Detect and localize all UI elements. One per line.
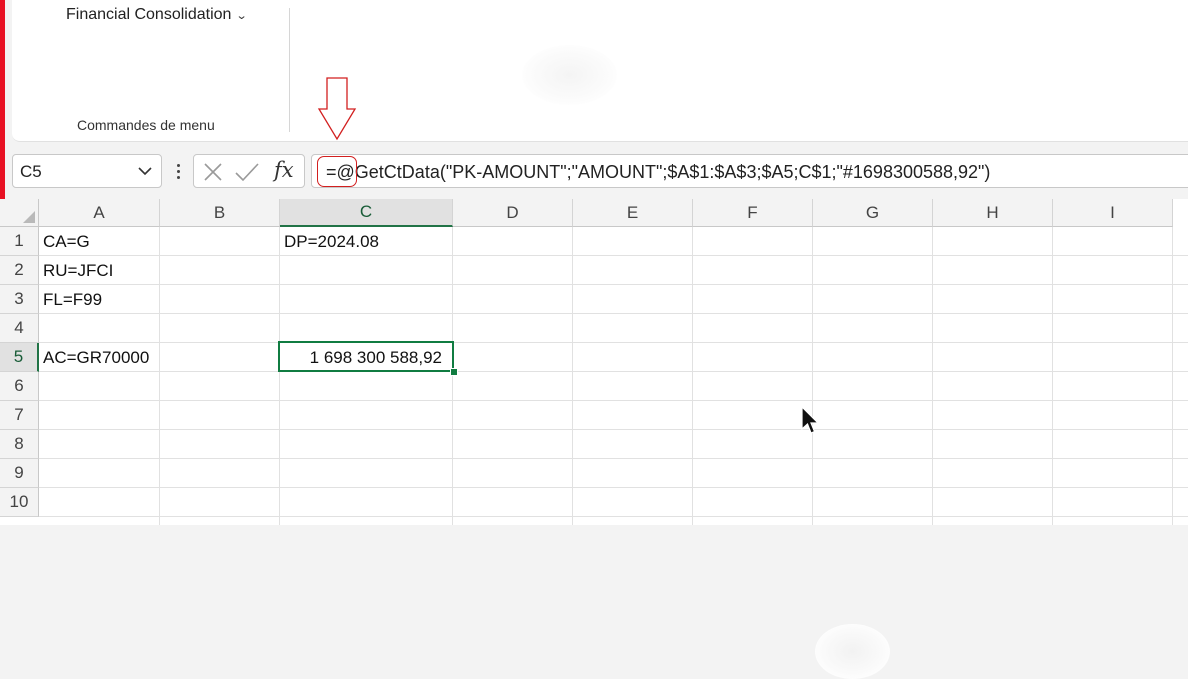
annotation-highlight-box [317,156,357,187]
gridline [1052,227,1053,525]
name-box-value: C5 [20,162,42,181]
gridline [39,487,1188,488]
cell-a3[interactable]: FL=F99 [43,285,157,314]
row-header-4[interactable]: 4 [0,314,39,343]
column-header-a[interactable]: A [39,199,160,227]
financial-consolidation-label: Financial Consolidation [66,6,232,23]
gridline [39,284,1188,285]
chevron-down-icon[interactable] [137,163,153,179]
row-header-1[interactable]: 1 [0,227,39,256]
ghost-blur [815,624,890,679]
gridline [572,227,573,525]
cell-a2[interactable]: RU=JFCI [43,256,157,285]
column-header-b[interactable]: B [160,199,280,227]
cell-c1[interactable]: DP=2024.08 [284,227,449,256]
select-all-button[interactable] [0,199,39,227]
row-header-2[interactable]: 2 [0,256,39,285]
column-header-e[interactable]: E [573,199,693,227]
formula-text: =@GetCtData("PK-AMOUNT";"AMOUNT";$A$1:$A… [326,162,990,183]
ghost-blur [522,45,617,105]
row-header-7[interactable]: 7 [0,401,39,430]
row-header-9[interactable]: 9 [0,459,39,488]
gridline [812,227,813,525]
spreadsheet-grid: A B C D E F G H I 1 2 3 4 5 6 7 8 9 10 C… [0,199,1188,679]
name-box[interactable]: C5 [12,154,162,188]
insert-function-icon[interactable]: fx [274,158,294,182]
row-header-10[interactable]: 10 [0,488,39,517]
gridline [39,429,1188,430]
gridline [39,255,1188,256]
gridline [39,313,1188,314]
column-header-f[interactable]: F [693,199,813,227]
gridline [932,227,933,525]
row-header-8[interactable]: 8 [0,430,39,459]
formula-body: GetCtData("PK-AMOUNT";"AMOUNT";$A$1:$A$3… [354,162,991,182]
gridline [39,342,1188,343]
cancel-icon[interactable] [203,162,223,182]
formula-buttons: fx [193,154,305,188]
gridline [159,227,160,525]
gridline [1172,227,1173,525]
row-header-6[interactable]: 6 [0,372,39,401]
fill-handle[interactable] [450,368,458,376]
column-header-c[interactable]: C [280,199,453,227]
enter-icon[interactable] [234,162,260,182]
gridline [39,371,1188,372]
gridline [279,227,280,525]
cell-a5[interactable]: AC=GR70000 [43,343,193,372]
ribbon-separator [289,8,290,132]
column-header-d[interactable]: D [453,199,573,227]
mouse-cursor-icon [801,405,820,434]
column-header-i[interactable]: I [1053,199,1173,227]
active-cell-border [278,341,454,372]
column-header-g[interactable]: G [813,199,933,227]
financial-consolidation-menu-button[interactable]: Financial Consolidation ⌄ [66,6,249,24]
row-header-3[interactable]: 3 [0,285,39,314]
gridline [452,227,453,525]
formula-input[interactable]: =@GetCtData("PK-AMOUNT";"AMOUNT";$A$1:$A… [311,154,1188,188]
cell-a1[interactable]: CA=G [43,227,157,256]
row-header-5[interactable]: 5 [0,343,39,372]
gridline [39,516,1188,517]
chevron-down-icon: ⌄ [236,9,249,22]
gridline [39,458,1188,459]
ribbon: Financial Consolidation ⌄ Commandes de m… [12,0,1188,142]
gridline [39,400,1188,401]
ribbon-group-label: Commandes de menu [77,117,215,133]
annotation-arrow-icon [317,77,357,141]
gridline [692,227,693,525]
more-options-icon[interactable] [173,158,183,184]
column-header-h[interactable]: H [933,199,1053,227]
